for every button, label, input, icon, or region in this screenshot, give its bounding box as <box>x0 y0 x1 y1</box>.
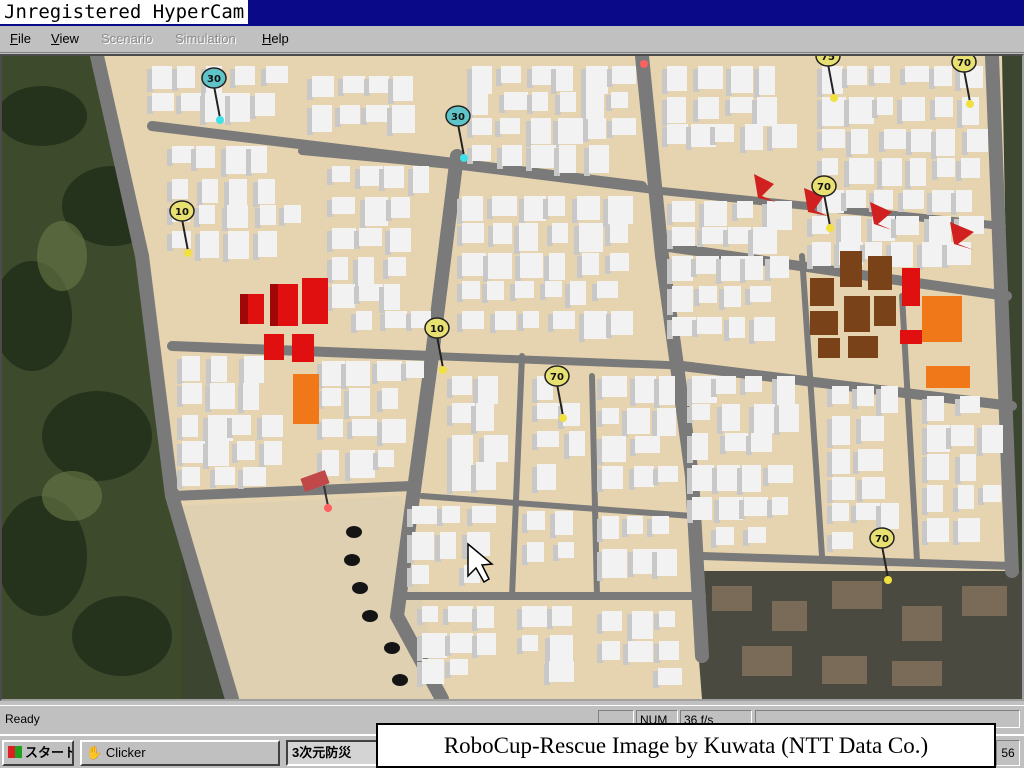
agent-marker-label: 70 <box>550 372 564 383</box>
start-button[interactable]: スタート <box>2 740 74 766</box>
taskbar-item-clicker[interactable]: ✋ Clicker <box>80 740 280 766</box>
agent-marker-label: 75 <box>821 56 835 63</box>
menu-view[interactable]: View <box>51 31 79 46</box>
agent-marker-label: 30 <box>207 74 221 85</box>
start-label: スタート <box>25 745 74 760</box>
hand-icon: ✋ <box>86 745 103 760</box>
windows-logo-icon <box>8 746 22 758</box>
agent-marker-label: 70 <box>957 58 971 69</box>
title-bar: Jnregistered HyperCam <box>0 0 1024 26</box>
taskbar-item-app[interactable]: 3次元防災 <box>286 740 380 766</box>
map-viewport[interactable]: 30 30 10 10 70 75 70 70 70 <box>0 54 1024 701</box>
app-label: 3次元防災 <box>292 745 352 760</box>
agent-marker-label: 10 <box>175 207 189 218</box>
city-map[interactable]: 30 30 10 10 70 75 70 70 70 <box>2 56 1022 699</box>
agent-marker-label: 30 <box>451 112 465 123</box>
agent-marker-label: 10 <box>430 324 444 335</box>
menu-bar: File View Scenario Simulation Help <box>0 28 1024 53</box>
taskbar-clock: 56 <box>996 740 1020 766</box>
window-title: Jnregistered HyperCam <box>0 0 249 24</box>
menu-scenario: Scenario <box>101 31 153 46</box>
menu-help[interactable]: Help <box>262 31 289 46</box>
agent-marker-label: 70 <box>875 534 889 545</box>
menu-simulation: Simulation <box>175 31 236 46</box>
menu-file[interactable]: File <box>10 31 31 46</box>
image-caption: RoboCup-Rescue Image by Kuwata (NTT Data… <box>376 723 996 768</box>
agent-marker-label: 70 <box>817 182 831 193</box>
clicker-label: Clicker <box>105 745 146 760</box>
